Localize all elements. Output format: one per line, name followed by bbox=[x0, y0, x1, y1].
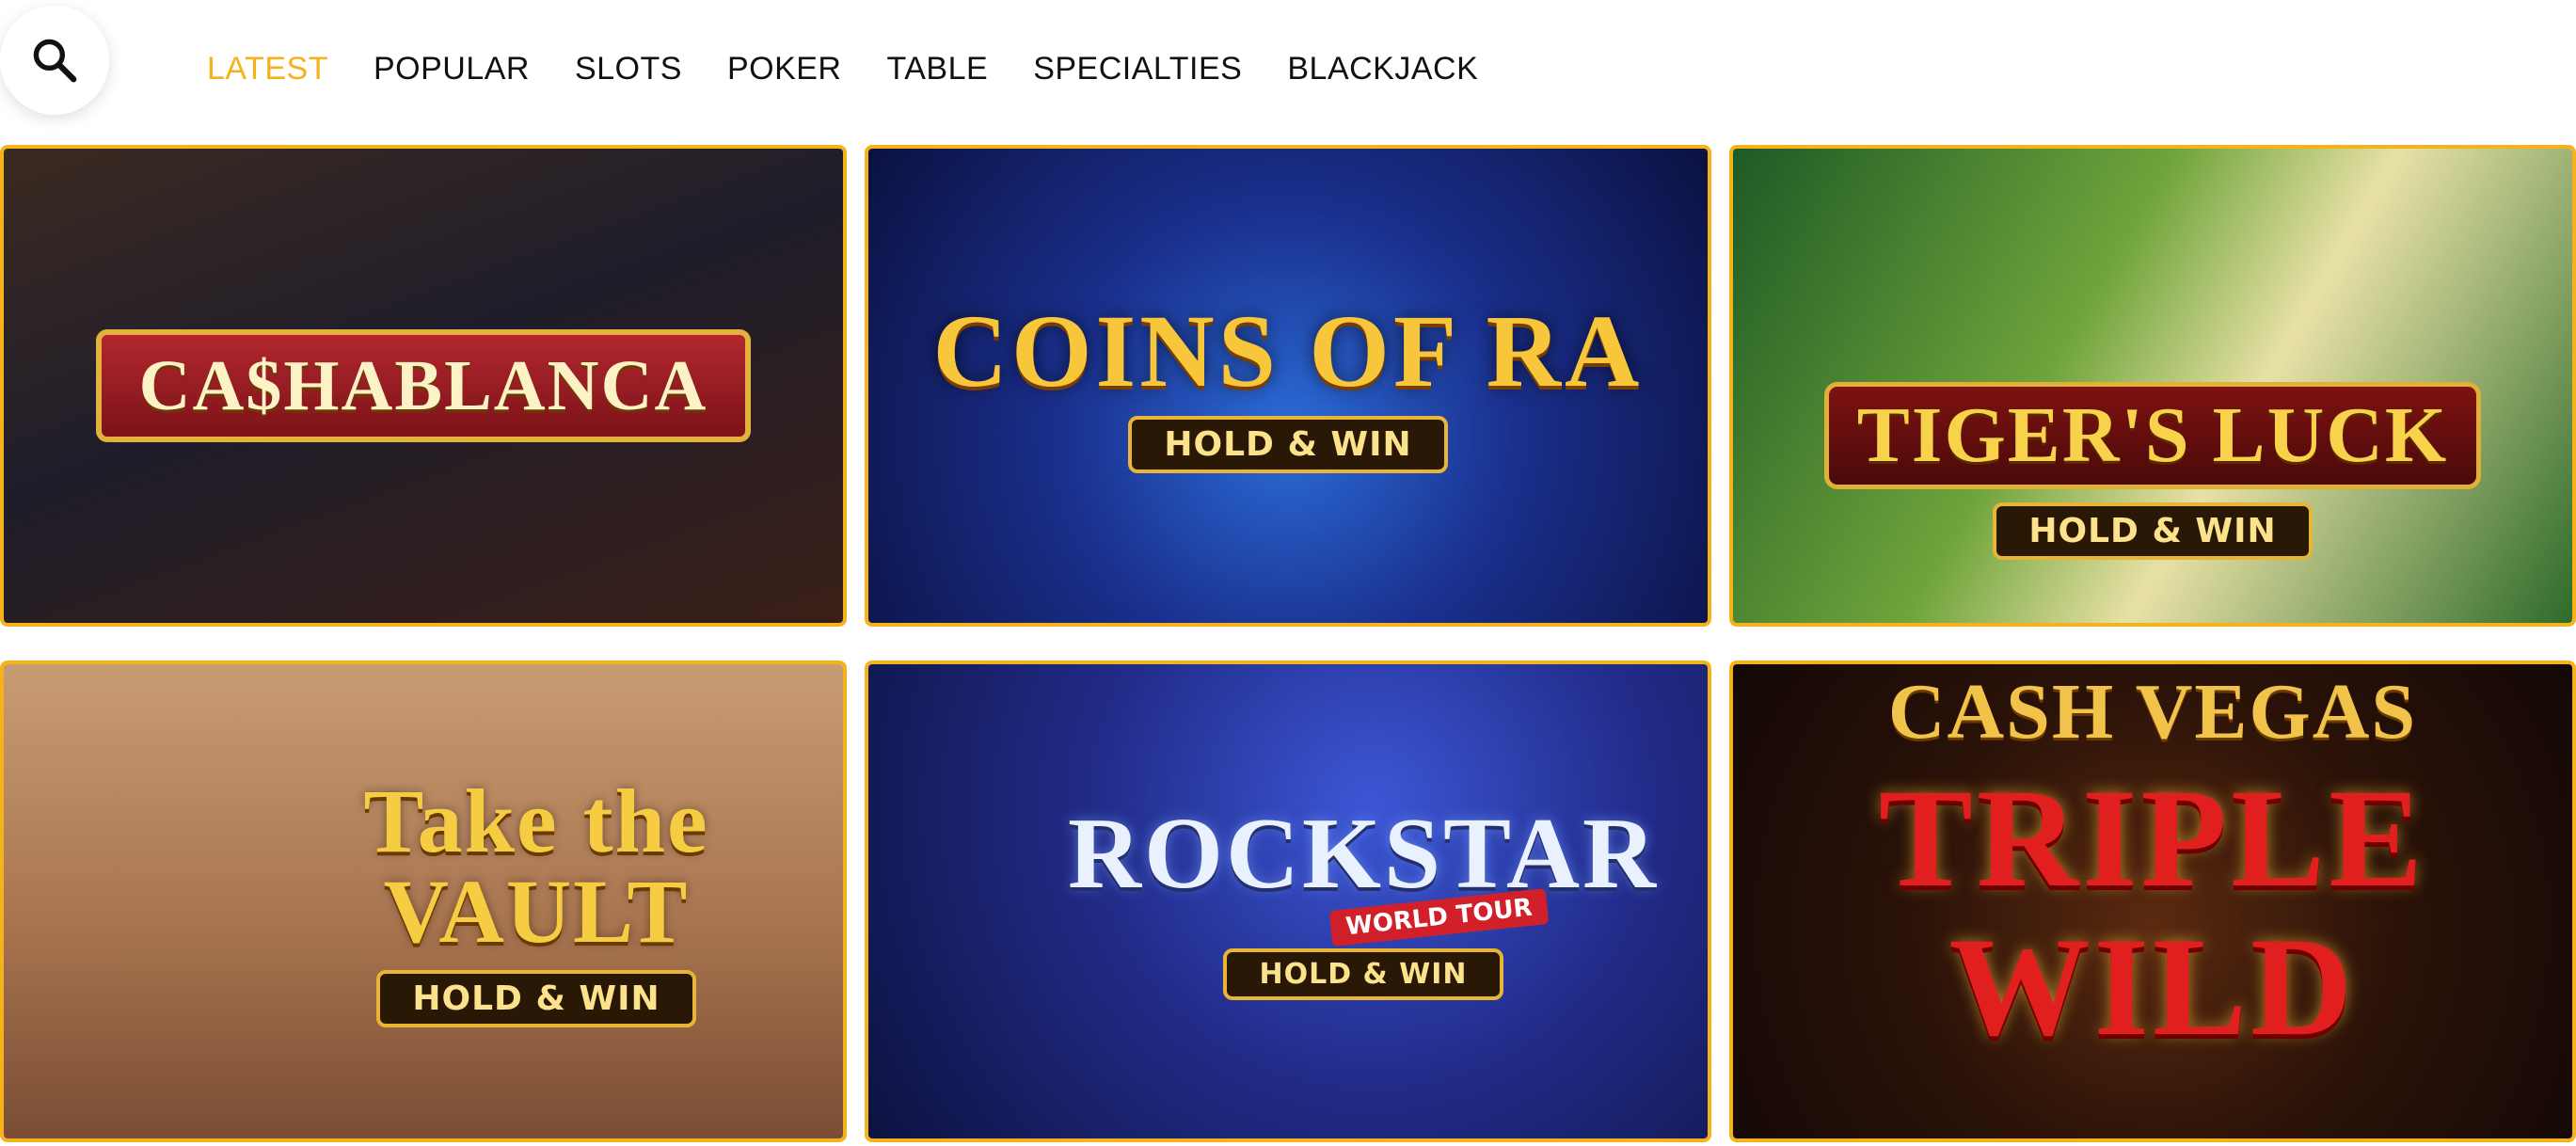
nav-item-poker[interactable]: POKER bbox=[727, 47, 842, 90]
game-tile-triple-wild[interactable]: CASH VEGAS TRIPLE WILD bbox=[1729, 661, 2576, 1142]
game-thumbnail bbox=[4, 149, 843, 623]
game-tile-take-the-vault[interactable]: Take the VAULT HOLD & WIN bbox=[0, 661, 847, 1142]
game-tile-rockstar[interactable]: ROCKSTAR WORLD TOUR HOLD & WIN bbox=[865, 661, 1711, 1142]
game-tile-tigers-luck[interactable]: TIGER'S LUCK HOLD & WIN bbox=[1729, 145, 2576, 627]
search-icon bbox=[33, 39, 77, 83]
game-grid: CA$HABLANCA COINS OF RA HOLD & WIN TIGER… bbox=[0, 145, 2576, 1142]
nav-item-popular[interactable]: POPULAR bbox=[374, 47, 530, 90]
nav-item-blackjack[interactable]: BLACKJACK bbox=[1287, 47, 1478, 90]
casino-games-page: LATEST POPULAR SLOTS POKER TABLE SPECIAL… bbox=[0, 0, 2576, 1146]
game-thumbnail bbox=[4, 664, 843, 1138]
top-bar: LATEST POPULAR SLOTS POKER TABLE SPECIAL… bbox=[0, 0, 2576, 139]
search-button[interactable] bbox=[0, 6, 109, 115]
nav-item-specialties[interactable]: SPECIALTIES bbox=[1033, 47, 1242, 90]
nav-item-slots[interactable]: SLOTS bbox=[575, 47, 682, 90]
game-thumbnail bbox=[868, 149, 1708, 623]
game-tile-cashablanca[interactable]: CA$HABLANCA bbox=[0, 145, 847, 627]
category-nav: LATEST POPULAR SLOTS POKER TABLE SPECIAL… bbox=[207, 47, 1478, 90]
game-thumbnail bbox=[1733, 149, 2572, 623]
game-tile-coins-of-ra[interactable]: COINS OF RA HOLD & WIN bbox=[865, 145, 1711, 627]
game-thumbnail bbox=[868, 664, 1708, 1138]
nav-item-table[interactable]: TABLE bbox=[887, 47, 989, 90]
game-thumbnail bbox=[1733, 664, 2572, 1138]
nav-item-latest[interactable]: LATEST bbox=[207, 47, 328, 90]
